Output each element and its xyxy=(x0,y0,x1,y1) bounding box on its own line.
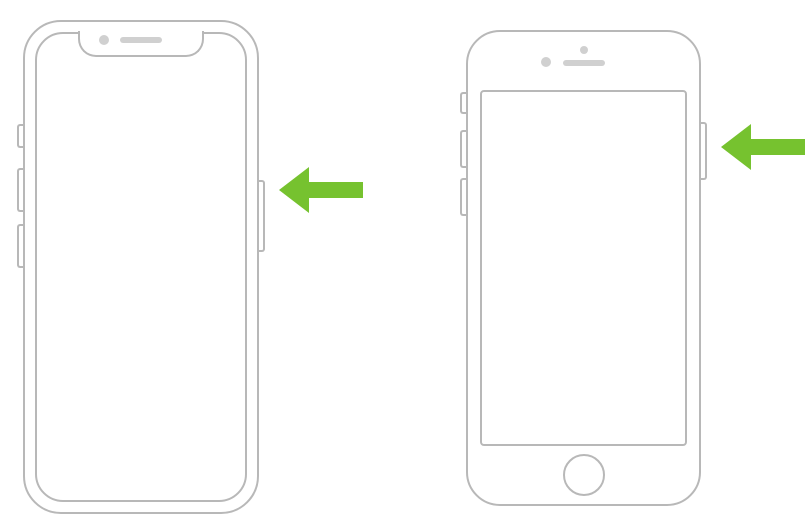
proximity-sensor xyxy=(580,46,588,54)
side-button xyxy=(701,122,707,180)
volume-down-button xyxy=(460,178,466,216)
arrow-to-side-button-right-phone xyxy=(713,122,806,172)
ring-silent-switch xyxy=(460,92,466,114)
volume-down-button xyxy=(17,224,23,268)
iphone-touchid-outline xyxy=(466,30,701,506)
arrow-to-side-button-left-phone xyxy=(271,165,366,215)
front-camera xyxy=(541,57,551,67)
display-notch xyxy=(78,31,204,57)
front-camera xyxy=(99,35,109,45)
volume-up-button xyxy=(460,130,466,168)
iphone-faceid-outline xyxy=(23,20,259,514)
illustration-stage xyxy=(0,0,806,530)
earpiece-speaker xyxy=(120,37,162,43)
side-button xyxy=(259,180,265,252)
ring-silent-switch xyxy=(17,124,23,148)
home-button xyxy=(563,454,605,496)
earpiece-speaker xyxy=(563,60,605,66)
volume-up-button xyxy=(17,168,23,212)
phone-screen xyxy=(35,32,247,502)
phone-screen xyxy=(480,90,687,446)
